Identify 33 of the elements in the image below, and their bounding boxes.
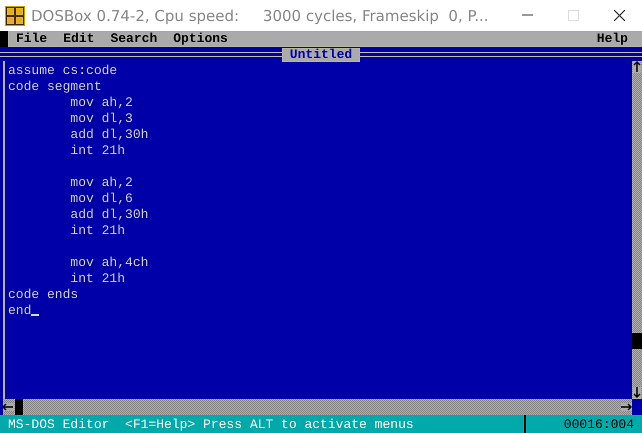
code-line: mov dl,6	[69, 191, 133, 206]
code-line: code segment	[8, 79, 102, 94]
window-title: DOSBox 0.74-2, Cpu speed: 3000 cycles, Frameskip 0, P...	[31, 6, 490, 24]
status-message: MS-DOS Editor <F1=Help> Press ALT to activate menus	[7, 416, 415, 432]
menu-item[interactable]: File	[8, 31, 56, 47]
code-line: mov ah,2	[69, 95, 133, 110]
scroll-thumb[interactable]	[15, 399, 23, 415]
arrow-left-icon[interactable]	[3, 403, 14, 411]
scroll-thumb[interactable]	[632, 333, 642, 349]
code-line: int 21h	[69, 143, 126, 158]
horizontal-scrollbar[interactable]	[3, 399, 632, 415]
menu-item[interactable]: Edit	[55, 31, 102, 47]
cursor-position: 00016:004	[562, 416, 635, 432]
vertical-scrollbar[interactable]	[632, 61, 642, 399]
menu-item[interactable]: Help	[588, 31, 642, 47]
menu-item[interactable]: Search	[102, 31, 166, 47]
app-icon	[5, 6, 25, 26]
code-line: code ends	[8, 287, 78, 302]
code-line: mov dl,3	[69, 111, 133, 126]
code-line: int 21h	[69, 223, 126, 238]
code-line: mov ah,4ch	[69, 255, 148, 270]
arrow-right-icon[interactable]	[621, 403, 632, 411]
close-icon[interactable]	[614, 10, 624, 21]
code-line: assume cs:code	[8, 63, 118, 78]
document-title: Untitled	[282, 48, 360, 62]
code-line: add dl,30h	[69, 127, 148, 142]
code-line: mov ah,2	[69, 175, 133, 190]
code-line: add dl,30h	[69, 207, 148, 222]
arrow-down-icon[interactable]	[633, 387, 641, 399]
menu-item[interactable]: Options	[165, 31, 236, 47]
code-line: end	[8, 303, 32, 318]
code-line: int 21h	[69, 271, 126, 286]
arrow-up-icon[interactable]	[633, 61, 641, 73]
